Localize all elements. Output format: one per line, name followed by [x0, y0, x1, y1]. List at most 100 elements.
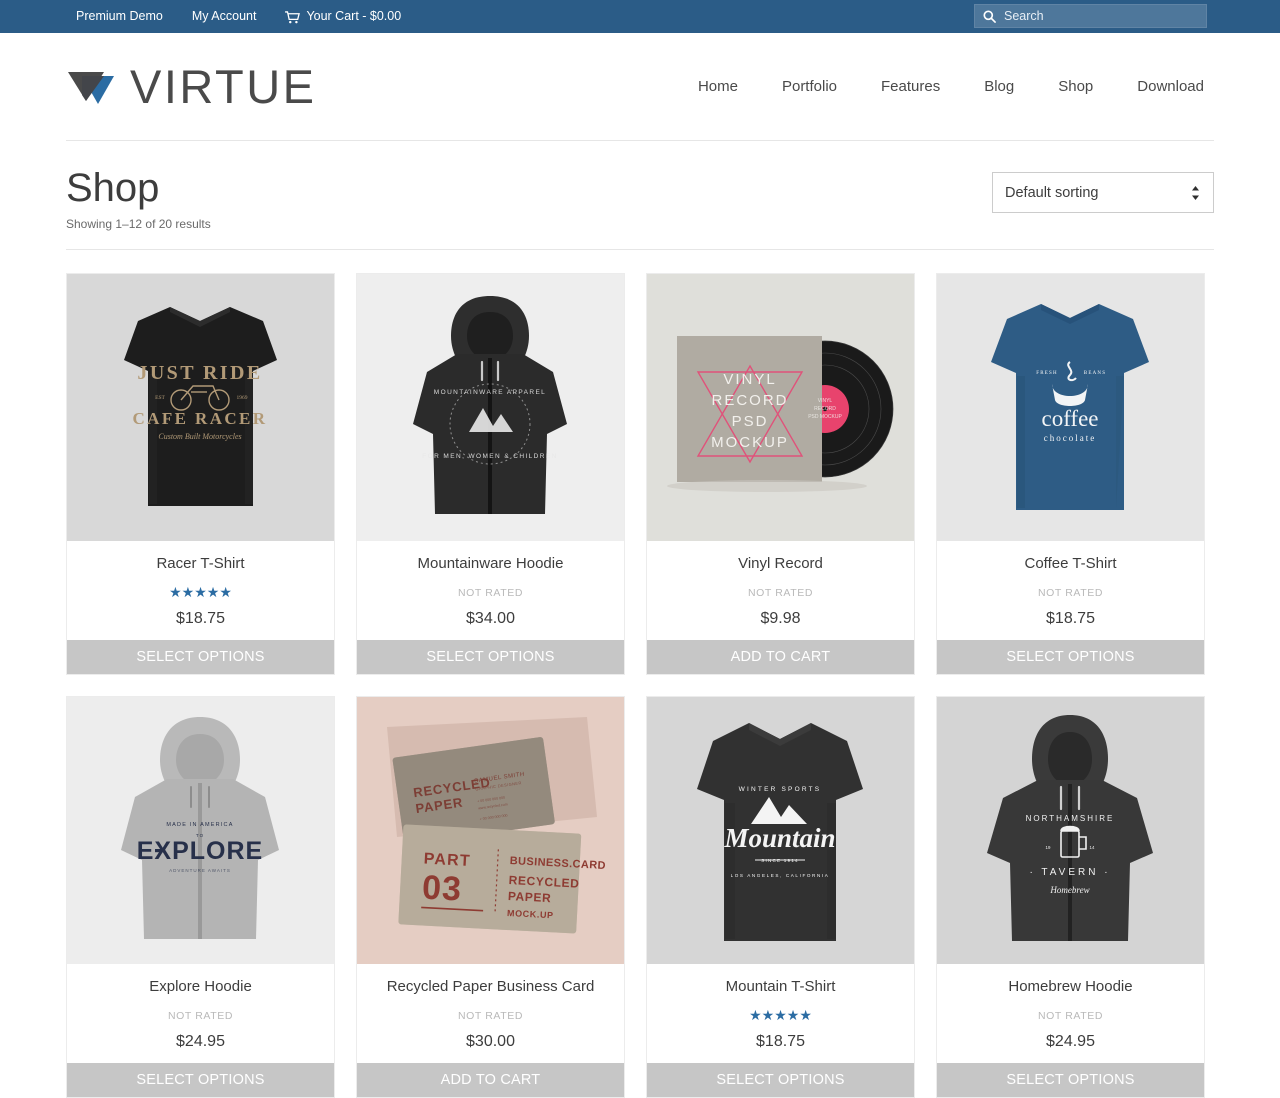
select-options-button[interactable]: SELECT OPTIONS: [937, 1062, 1204, 1097]
product-card: VINYL RECORD PSD MOCKUP VINYL RECORD PSD…: [646, 273, 915, 675]
triangle-logo-icon: [66, 68, 122, 106]
svg-text:VINYL: VINYL: [818, 398, 833, 404]
product-card: coffee chocolate FRESH BEANS Coffee T-Sh…: [936, 273, 1205, 675]
product-price: $30.00: [466, 1032, 515, 1050]
cart-total-label: Your Cart - $0.00: [306, 9, 402, 23]
product-title[interactable]: Coffee T-Shirt: [945, 555, 1196, 574]
sorting-selected-value: Default sorting: [1005, 184, 1099, 201]
svg-text:WINTER SPORTS: WINTER SPORTS: [739, 786, 822, 793]
nav-item-shop[interactable]: Shop: [1036, 78, 1115, 95]
product-title[interactable]: Vinyl Record: [655, 555, 906, 574]
product-image-recycled-paper-business-card[interactable]: RECYCLED PAPER SAMUEL SMITH GRAPHIC DESI…: [357, 696, 624, 964]
product-image-racer-tshirt[interactable]: JUST RIDE CAFE RACER Custom Built Motorc…: [67, 274, 334, 541]
product-info: Explore Hoodie NOT RATED $24.95: [67, 964, 334, 1063]
svg-text:14: 14: [1090, 845, 1095, 850]
svg-text:VINYL: VINYL: [723, 371, 776, 388]
svg-text:· TAVERN ·: · TAVERN ·: [1029, 867, 1110, 878]
product-price: $18.75: [756, 1032, 805, 1050]
product-card: NORTHAMSHIRE · TAVERN · Homebrew 19 14 H…: [936, 695, 1205, 1098]
product-price: $24.95: [176, 1032, 225, 1050]
product-info: Vinyl Record NOT RATED $9.98: [647, 541, 914, 640]
svg-text:RECORD: RECORD: [711, 392, 788, 409]
product-info: Mountain T-Shirt ★★★★★ $18.75: [647, 964, 914, 1063]
svg-text:PSD MOCKUP: PSD MOCKUP: [808, 414, 842, 420]
product-grid: JUST RIDE CAFE RACER Custom Built Motorc…: [66, 250, 1214, 1098]
product-image-mountain-tshirt[interactable]: WINTER SPORTS Mountain SINCE 1914 LOS AN…: [647, 696, 914, 964]
svg-text:Homebrew: Homebrew: [1049, 885, 1089, 895]
svg-text:coffee: coffee: [1041, 406, 1098, 431]
product-card: RECYCLED PAPER SAMUEL SMITH GRAPHIC DESI…: [356, 695, 625, 1098]
select-options-button[interactable]: SELECT OPTIONS: [357, 639, 624, 674]
product-title[interactable]: Mountainware Hoodie: [365, 555, 616, 574]
select-options-button[interactable]: SELECT OPTIONS: [67, 1062, 334, 1097]
product-info: Homebrew Hoodie NOT RATED $24.95: [937, 964, 1204, 1063]
product-price: $18.75: [176, 609, 225, 627]
product-card: WINTER SPORTS Mountain SINCE 1914 LOS AN…: [646, 695, 915, 1098]
page-container: Shop Showing 1–12 of 20 results Default …: [66, 140, 1214, 1098]
product-image-explore-hoodie[interactable]: MADE IN AMERICA TO EXPLORE ADVENTURE AWA…: [67, 696, 334, 964]
select-options-button[interactable]: SELECT OPTIONS: [937, 639, 1204, 674]
main-navigation: Home Portfolio Features Blog Shop Downlo…: [676, 78, 1204, 95]
nav-item-blog[interactable]: Blog: [962, 78, 1036, 95]
page-title: Shop: [66, 166, 160, 210]
svg-text:ADVENTURE AWAITS: ADVENTURE AWAITS: [169, 868, 231, 873]
select-options-button[interactable]: SELECT OPTIONS: [647, 1062, 914, 1097]
product-title[interactable]: Recycled Paper Business Card: [365, 978, 616, 997]
product-price: $18.75: [1046, 609, 1095, 627]
svg-text:PAPER: PAPER: [508, 889, 552, 905]
sorting-wrapper: Default sorting: [992, 166, 1214, 213]
nav-item-download[interactable]: Download: [1115, 78, 1204, 95]
product-rating: NOT RATED: [365, 584, 616, 600]
nav-item-features[interactable]: Features: [859, 78, 962, 95]
svg-text:EST: EST: [155, 395, 165, 401]
product-title[interactable]: Racer T-Shirt: [75, 555, 326, 574]
product-rating: NOT RATED: [75, 1007, 326, 1023]
product-image-mountainware-hoodie[interactable]: MOUNTAINWARE APPAREL FOR MEN, WOMEN & CH…: [357, 274, 624, 541]
product-rating: ★★★★★: [75, 584, 326, 600]
svg-text:Custom Built Motorcycles: Custom Built Motorcycles: [158, 432, 241, 441]
product-card: MOUNTAINWARE APPAREL FOR MEN, WOMEN & CH…: [356, 273, 625, 675]
result-count: Showing 1–12 of 20 results: [66, 217, 211, 231]
star-rating-icon: ★★★★★: [169, 583, 232, 600]
star-rating-icon: ★★★★★: [749, 1006, 812, 1023]
svg-text:19: 19: [1046, 845, 1051, 850]
product-title[interactable]: Explore Hoodie: [75, 978, 326, 997]
svg-text:1969: 1969: [237, 395, 248, 401]
site-header: VIRTUE Home Portfolio Features Blog Shop…: [0, 33, 1280, 140]
product-title[interactable]: Mountain T-Shirt: [655, 978, 906, 997]
product-title[interactable]: Homebrew Hoodie: [945, 978, 1196, 997]
svg-text:PART: PART: [423, 850, 471, 869]
svg-text:chocolate: chocolate: [1044, 433, 1096, 443]
product-card: JUST RIDE CAFE RACER Custom Built Motorc…: [66, 273, 335, 675]
svg-text:MOUNTAINWARE APPAREL: MOUNTAINWARE APPAREL: [434, 389, 546, 396]
product-image-homebrew-hoodie[interactable]: NORTHAMSHIRE · TAVERN · Homebrew 19 14: [937, 696, 1204, 964]
search-box[interactable]: [974, 4, 1207, 28]
svg-text:FRESH: FRESH: [1036, 371, 1058, 376]
not-rated-label: NOT RATED: [1037, 586, 1104, 599]
sorting-select[interactable]: Default sorting: [992, 172, 1214, 213]
svg-text:SINCE 1914: SINCE 1914: [761, 858, 799, 863]
svg-text:RECORD: RECORD: [814, 406, 836, 412]
search-input[interactable]: [1004, 9, 1198, 23]
top-utility-bar: Premium Demo My Account Your Cart - $0.0…: [0, 0, 1280, 33]
svg-text:LOS ANGELES, CALIFORNIA: LOS ANGELES, CALIFORNIA: [731, 873, 830, 878]
topbar-cart-link[interactable]: Your Cart - $0.00: [285, 0, 416, 33]
svg-text:MADE IN AMERICA: MADE IN AMERICA: [166, 822, 233, 828]
nav-item-home[interactable]: Home: [676, 78, 760, 95]
add-to-cart-button[interactable]: ADD TO CART: [647, 639, 914, 674]
product-info: Coffee T-Shirt NOT RATED $18.75: [937, 541, 1204, 640]
not-rated-label: NOT RATED: [457, 586, 524, 599]
topbar-link-premium-demo[interactable]: Premium Demo: [76, 0, 178, 33]
product-image-vinyl-record[interactable]: VINYL RECORD PSD MOCKUP VINYL RECORD PSD…: [647, 274, 914, 541]
select-options-button[interactable]: SELECT OPTIONS: [67, 639, 334, 674]
product-image-coffee-tshirt[interactable]: coffee chocolate FRESH BEANS: [937, 274, 1204, 541]
site-logo[interactable]: VIRTUE: [66, 63, 317, 110]
nav-item-portfolio[interactable]: Portfolio: [760, 78, 859, 95]
add-to-cart-button[interactable]: ADD TO CART: [357, 1062, 624, 1097]
chevron-updown-icon: [1191, 185, 1200, 201]
topbar-link-my-account[interactable]: My Account: [192, 0, 272, 33]
product-price: $9.98: [760, 609, 801, 627]
search-icon: [983, 9, 996, 23]
product-price: $24.95: [1046, 1032, 1095, 1050]
product-rating: NOT RATED: [655, 584, 906, 600]
